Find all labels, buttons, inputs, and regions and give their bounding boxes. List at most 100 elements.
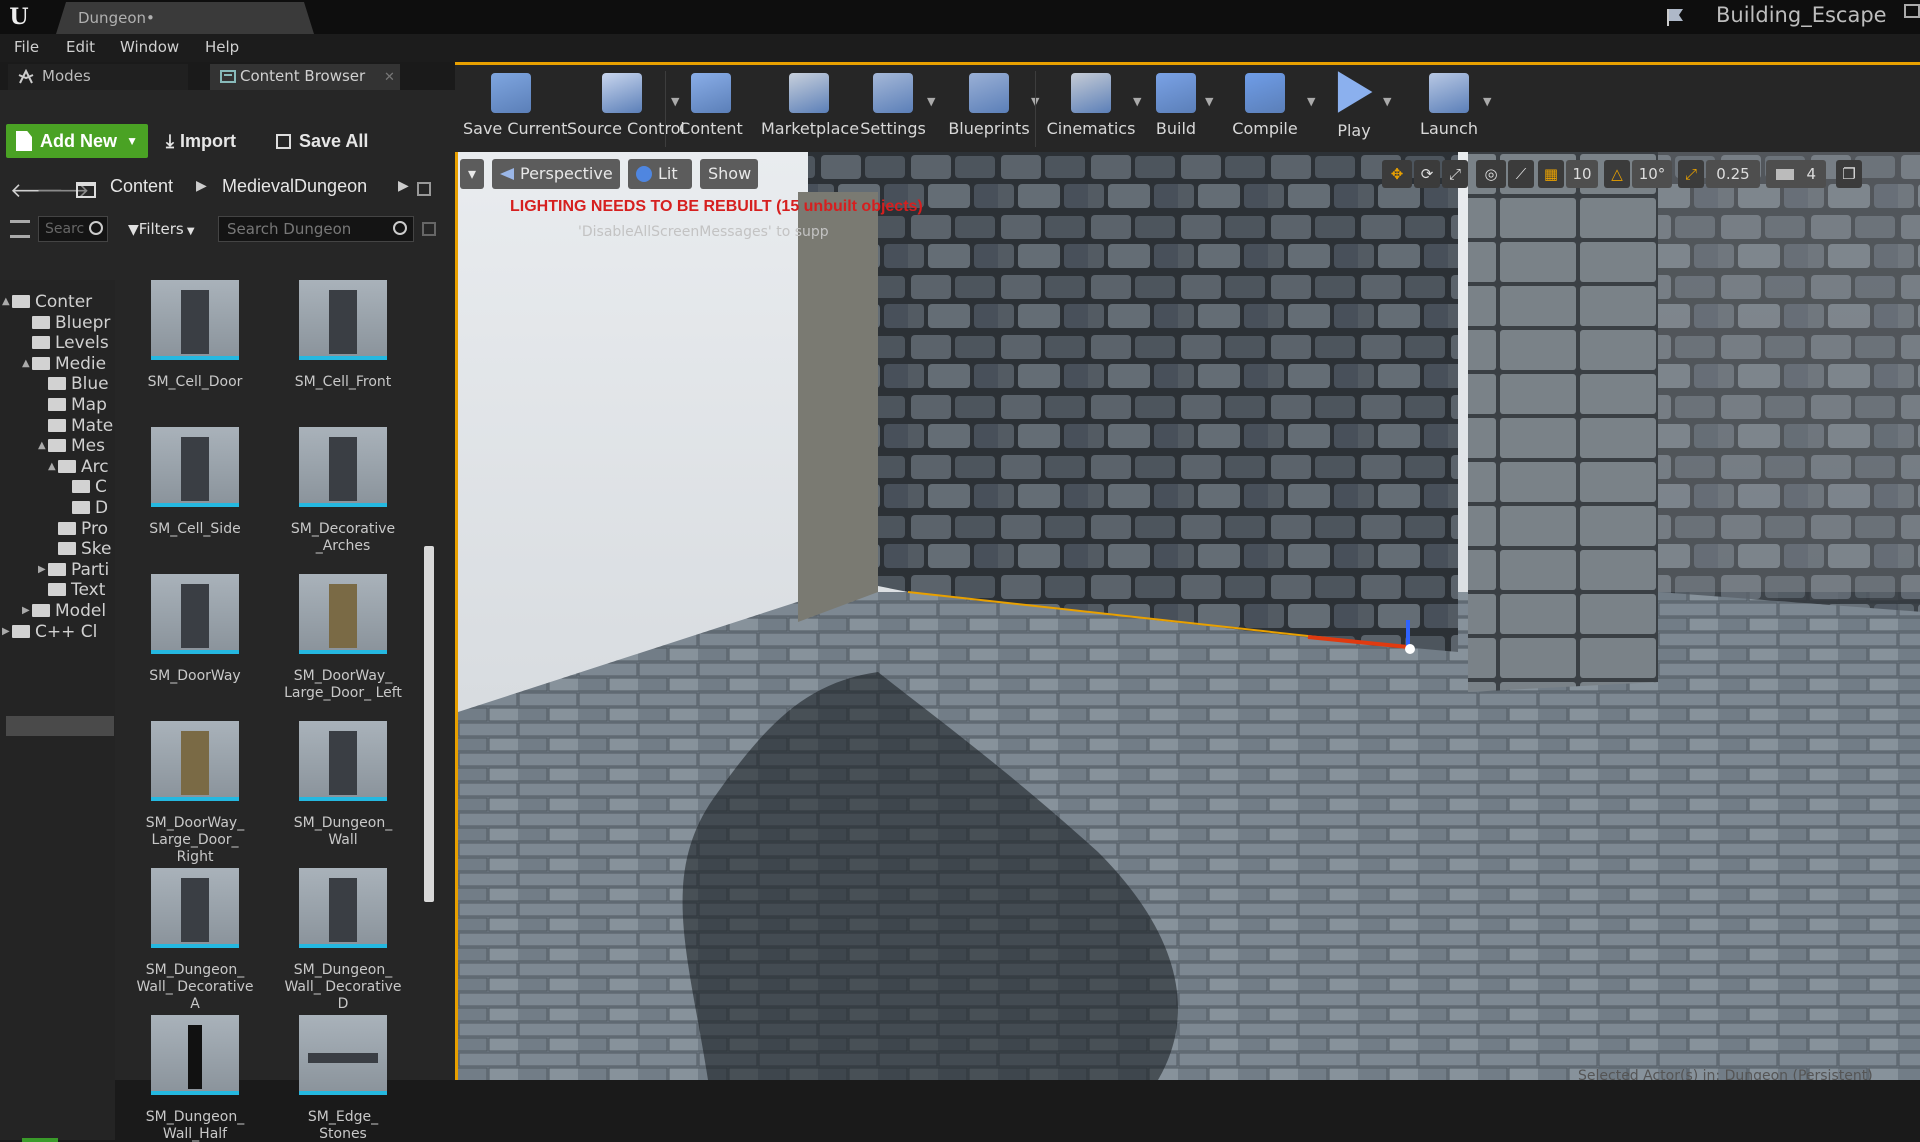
menu-edit[interactable]: Edit bbox=[66, 34, 95, 62]
show-button[interactable]: Show bbox=[700, 159, 758, 189]
save-all-button[interactable]: Save All bbox=[276, 124, 368, 158]
asset-tile[interactable]: SM_Dungeon_ Wall_ Decorative D bbox=[283, 868, 403, 1013]
tree-item[interactable]: Ske bbox=[58, 539, 112, 559]
sources-toggle-icon[interactable] bbox=[10, 220, 30, 238]
toolbar-marketplace-button[interactable]: Marketplace bbox=[761, 69, 859, 151]
rotation-snap-value[interactable]: 10° bbox=[1632, 160, 1672, 188]
chevron-down-icon[interactable]: ▼ bbox=[1307, 95, 1315, 108]
asset-tile[interactable]: SM_Cell_Door bbox=[135, 280, 255, 391]
toolbar-build-button[interactable]: Build bbox=[1141, 69, 1211, 151]
menu-help[interactable]: Help bbox=[205, 34, 239, 62]
asset-tile[interactable]: SM_Dungeon_ Wall bbox=[283, 721, 403, 849]
viewport-options-button[interactable]: ▾ bbox=[460, 159, 484, 189]
tree-item[interactable]: ▶ C++ Cl bbox=[2, 622, 97, 642]
maximize-viewport-icon[interactable]: ❐ bbox=[1836, 160, 1862, 188]
scale-snap-value[interactable]: 0.25 bbox=[1706, 160, 1760, 188]
grid-snap-icon[interactable]: ▦ bbox=[1538, 160, 1564, 188]
collapse-arrow-icon[interactable]: ▲ bbox=[2, 292, 10, 312]
menu-file[interactable]: File bbox=[14, 34, 39, 62]
chevron-down-icon[interactable]: ▼ bbox=[1133, 95, 1141, 108]
chevron-down-icon[interactable]: ▼ bbox=[1383, 95, 1391, 108]
toolbar-cinematics-button[interactable]: Cinematics bbox=[1043, 69, 1139, 151]
tree-item[interactable]: ▲ Arc bbox=[48, 457, 109, 477]
tree-search-input[interactable]: Searc bbox=[38, 216, 108, 242]
tree-item[interactable]: D bbox=[72, 498, 108, 518]
asset-tile[interactable]: SM_Dungeon_ Wall_Half bbox=[135, 1015, 255, 1142]
collapse-arrow-icon[interactable]: ▲ bbox=[22, 354, 30, 374]
toolbar-save-current-button[interactable]: Save Current bbox=[463, 69, 567, 151]
expand-arrow-icon[interactable]: ▶ bbox=[2, 622, 10, 642]
asset-tile[interactable]: SM_DoorWay_ Large_Door_ Left bbox=[283, 574, 403, 702]
asset-thumbnail bbox=[299, 1015, 387, 1095]
toolbar-launch-button[interactable]: Launch bbox=[1409, 69, 1489, 151]
scale-snap-icon[interactable]: ⤢ bbox=[1678, 160, 1704, 188]
tree-item[interactable]: Mate bbox=[48, 416, 113, 436]
toolbar-compile-button[interactable]: Compile bbox=[1217, 69, 1313, 151]
asset-tile[interactable]: SM_DoorWay bbox=[135, 574, 255, 685]
breadcrumb-content[interactable]: Content bbox=[110, 176, 173, 197]
chevron-down-icon[interactable]: ▼ bbox=[1483, 95, 1491, 108]
chevron-down-icon[interactable]: ▼ bbox=[671, 95, 679, 108]
tree-item[interactable]: C bbox=[72, 477, 107, 497]
tab-close-icon[interactable]: ✕ bbox=[384, 66, 395, 90]
import-button[interactable]: ⤓ Import bbox=[166, 124, 236, 158]
document-tab[interactable]: Dungeon• bbox=[56, 2, 314, 34]
collapse-arrow-icon[interactable]: ▲ bbox=[48, 457, 56, 477]
asset-tile[interactable]: SM_Cell_Side bbox=[135, 427, 255, 538]
breadcrumb-more-icon[interactable]: ▶ bbox=[398, 178, 409, 194]
asset-tile[interactable]: SM_Edge_ Stones bbox=[283, 1015, 403, 1142]
tree-item[interactable]: ▶ Model bbox=[22, 601, 106, 621]
tab-modes[interactable]: Modes bbox=[8, 64, 188, 90]
breadcrumb-medievaldungeon[interactable]: MedievalDungeon bbox=[222, 176, 367, 197]
translate-tool-icon[interactable]: ✥ bbox=[1382, 160, 1412, 188]
tree-item[interactable]: Blue bbox=[48, 374, 109, 394]
expand-arrow-icon[interactable]: ▶ bbox=[22, 601, 30, 621]
asset-tile[interactable]: SM_Dungeon_ Wall_ Decorative A bbox=[135, 868, 255, 1013]
world-space-icon[interactable]: ◎ bbox=[1476, 160, 1506, 188]
perspective-button[interactable]: Perspective bbox=[492, 159, 620, 189]
asset-thumbnail bbox=[151, 868, 239, 948]
lit-mode-button[interactable]: Lit bbox=[628, 159, 692, 189]
collapse-arrow-icon[interactable]: ▲ bbox=[38, 436, 46, 456]
asset-scrollbar[interactable] bbox=[424, 546, 434, 902]
tree-item[interactable]: Bluepr bbox=[32, 313, 110, 333]
scale-tool-icon[interactable]: ⤢ bbox=[1442, 160, 1468, 188]
surface-snap-icon[interactable]: ⟋ bbox=[1508, 160, 1534, 188]
toolbar-settings-button[interactable]: Settings bbox=[853, 69, 933, 151]
asset-tile[interactable]: SM_DoorWay_ Large_Door_ Right bbox=[135, 721, 255, 866]
toolbar-source-control-button[interactable]: Source Control bbox=[567, 69, 685, 151]
grid-snap-value[interactable]: 10 bbox=[1566, 160, 1598, 188]
mesh-preview bbox=[329, 437, 357, 501]
asset-search-input[interactable]: Search Dungeon bbox=[218, 216, 414, 242]
chevron-down-icon[interactable]: ▼ bbox=[1205, 95, 1213, 108]
window-restore-button[interactable] bbox=[1904, 4, 1920, 18]
save-search-icon[interactable] bbox=[422, 222, 436, 236]
rotation-snap-icon[interactable]: △ bbox=[1604, 160, 1630, 188]
tree-item[interactable]: ▲ Mes bbox=[38, 436, 105, 456]
toolbar-blueprints-button[interactable]: Blueprints bbox=[941, 69, 1037, 151]
search-icon bbox=[89, 221, 103, 235]
tree-item[interactable]: ▶ Parti bbox=[38, 560, 109, 580]
expand-arrow-icon[interactable]: ▶ bbox=[38, 560, 46, 580]
add-new-button[interactable]: Add New ▼ bbox=[6, 124, 148, 158]
filters-button[interactable]: ▼Filters ▼ bbox=[128, 216, 210, 242]
tree-item[interactable]: Text bbox=[48, 580, 105, 600]
tree-item[interactable]: Levels bbox=[32, 333, 109, 353]
menu-window[interactable]: Window bbox=[120, 34, 179, 62]
lock-icon[interactable] bbox=[417, 182, 431, 196]
tree-item[interactable]: Pro bbox=[58, 519, 108, 539]
asset-tile[interactable]: SM_Cell_Front bbox=[283, 280, 403, 391]
tree-item[interactable]: ▲ Conter bbox=[2, 292, 92, 312]
asset-tile[interactable]: SM_Decorative _Arches bbox=[283, 427, 403, 555]
rotate-tool-icon[interactable]: ⟳ bbox=[1414, 160, 1440, 188]
toolbar-play-button[interactable]: Play bbox=[1319, 69, 1389, 151]
toolbar-content-button[interactable]: Content bbox=[671, 69, 751, 151]
level-viewport[interactable]: ▾ Perspective Lit Show ✥ ⟳ ⤢ ◎ ⟋ ▦ 10 △ … bbox=[455, 152, 1920, 1080]
tab-content-browser[interactable]: Content Browser ✕ bbox=[210, 64, 400, 90]
camera-speed-button[interactable]: 4 bbox=[1766, 160, 1826, 188]
chevron-down-icon[interactable]: ▼ bbox=[927, 95, 935, 108]
tree-item[interactable]: ▲ Medie bbox=[22, 354, 106, 374]
breadcrumb-separator-icon[interactable]: ▶ bbox=[196, 178, 207, 194]
tree-item[interactable]: Map bbox=[48, 395, 107, 415]
asset-label: SM_Cell_Front bbox=[294, 374, 392, 390]
